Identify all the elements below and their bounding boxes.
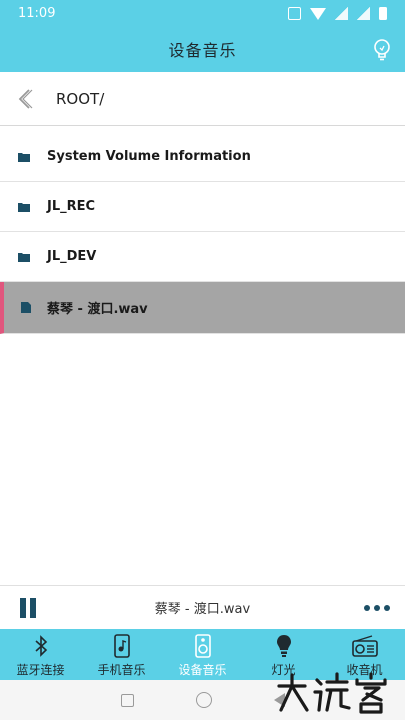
file-name: System Volume Information bbox=[47, 149, 251, 164]
app-bar: 设备音乐 bbox=[0, 26, 405, 72]
file-name: 蔡琴 - 渡口.wav bbox=[47, 302, 148, 317]
pause-icon bbox=[20, 597, 26, 618]
recents-button[interactable] bbox=[120, 693, 134, 707]
file-list-item[interactable]: JL_DEV bbox=[0, 232, 405, 282]
back-button[interactable] bbox=[0, 72, 50, 126]
chevron-left-icon bbox=[18, 88, 33, 109]
more-dot-icon bbox=[384, 604, 390, 611]
home-button[interactable] bbox=[195, 692, 212, 708]
file-name: JL_REC bbox=[47, 199, 96, 214]
tab-device-music[interactable]: 设备音乐 bbox=[162, 629, 243, 680]
current-path: ROOT/ bbox=[56, 89, 105, 108]
more-dot-icon bbox=[364, 604, 370, 611]
now-playing-title: 蔡琴 - 渡口.wav bbox=[154, 602, 251, 617]
lightbulb-icon bbox=[271, 634, 297, 658]
watermark-logo bbox=[277, 672, 387, 714]
tab-label: 蓝牙连接 bbox=[16, 663, 65, 677]
page-title: 设备音乐 bbox=[168, 41, 237, 60]
signal-icon bbox=[357, 6, 370, 20]
status-bar: 11:09 bbox=[0, 0, 405, 26]
more-dot-icon bbox=[374, 604, 380, 611]
pause-button[interactable] bbox=[0, 586, 56, 630]
folder-icon bbox=[0, 252, 47, 262]
tab-label: 设备音乐 bbox=[178, 663, 227, 677]
radio-icon bbox=[351, 634, 378, 658]
pause-icon bbox=[30, 597, 36, 618]
more-button[interactable] bbox=[349, 586, 405, 630]
tab-label: 手机音乐 bbox=[97, 663, 146, 677]
status-icons bbox=[288, 6, 387, 20]
light-toggle-button[interactable] bbox=[371, 38, 393, 62]
phone-music-icon bbox=[109, 634, 135, 658]
player-bar: 蔡琴 - 渡口.wav bbox=[0, 585, 405, 629]
file-list-item[interactable]: JL_REC bbox=[0, 182, 405, 232]
file-list-item[interactable]: System Volume Information bbox=[0, 132, 405, 182]
file-list: System Volume Information JL_REC JL_DEV … bbox=[0, 132, 405, 334]
path-bar: ROOT/ bbox=[0, 72, 405, 126]
signal-icon bbox=[335, 6, 348, 20]
lightbulb-icon bbox=[374, 39, 390, 61]
battery-icon bbox=[379, 6, 387, 20]
nfc-icon bbox=[288, 6, 301, 20]
bluetooth-icon bbox=[28, 634, 54, 658]
file-name: JL_DEV bbox=[47, 249, 97, 264]
status-time: 11:09 bbox=[18, 5, 56, 21]
wifi-icon bbox=[310, 8, 326, 20]
tab-bluetooth[interactable]: 蓝牙连接 bbox=[0, 629, 81, 680]
folder-icon bbox=[0, 152, 47, 162]
file-list-item-selected[interactable]: 蔡琴 - 渡口.wav bbox=[0, 282, 405, 334]
folder-icon bbox=[0, 202, 47, 212]
speaker-icon bbox=[190, 634, 216, 658]
file-icon bbox=[4, 302, 47, 313]
tab-phone-music[interactable]: 手机音乐 bbox=[81, 629, 162, 680]
